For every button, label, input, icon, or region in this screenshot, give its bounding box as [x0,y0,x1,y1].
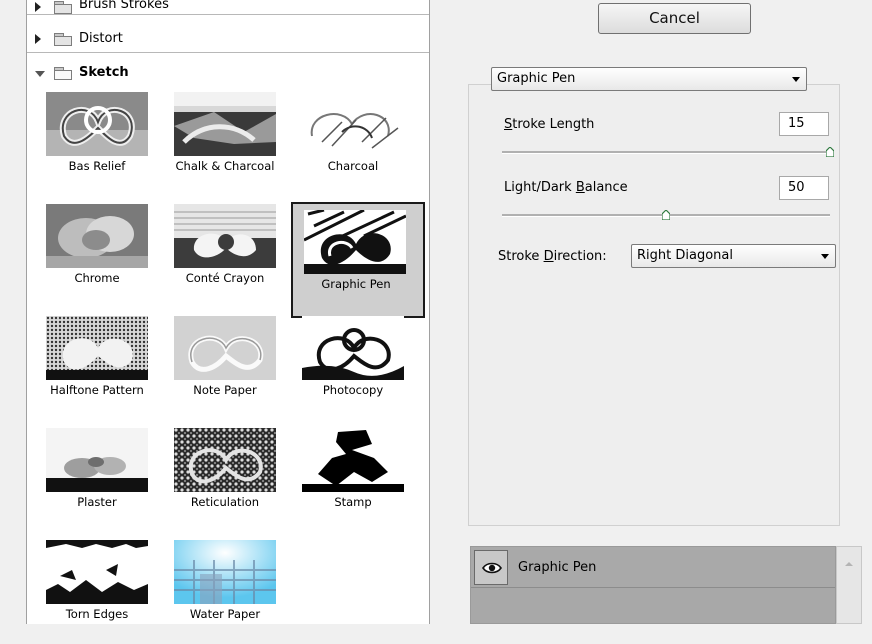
light-dark-balance-input[interactable]: 50 [779,176,829,200]
filter-label: Bas Relief [68,159,126,173]
plaster-preview [46,428,148,492]
folder-icon [54,1,72,14]
stroke-direction-label: Stroke Direction: [498,249,607,264]
photocopy-preview [302,316,404,380]
filter-thumb-charcoal[interactable]: Charcoal [289,84,409,196]
chrome-preview [46,204,148,268]
stroke-length-label: Stroke Length [504,117,595,132]
filter-thumb-water-paper[interactable]: Water Paper [161,532,281,644]
note-paper-preview [174,316,276,380]
expand-arrow-icon[interactable] [35,34,41,44]
stroke-length-input[interactable]: 15 [779,112,829,136]
expand-arrow-icon[interactable] [35,2,41,12]
graphic-pen-preview [304,210,406,274]
bas-relief-preview [46,92,148,156]
filter-label: Note Paper [193,383,257,397]
layers-scrollbar[interactable] [836,546,862,624]
visibility-toggle[interactable] [474,550,508,585]
category-distort[interactable]: Distort [27,26,429,53]
folder-icon [54,33,72,46]
category-brush-strokes[interactable]: Brush Strokes [27,0,429,15]
filter-label: Chrome [74,271,120,285]
cancel-button[interactable]: Cancel [598,3,751,34]
filter-thumb-halftone-pattern[interactable]: Halftone Pattern [33,308,153,420]
category-label: Sketch [79,65,129,80]
filter-label: Halftone Pattern [50,383,144,397]
torn-edges-preview [46,540,148,604]
effect-layer-name: Graphic Pen [518,560,597,575]
filter-select[interactable]: Graphic Pen [491,67,807,91]
folder-open-icon [54,67,72,80]
filter-label: Water Paper [189,607,261,621]
filter-label: Conté Crayon [185,271,265,285]
category-label: Brush Strokes [79,0,169,12]
filter-gallery: Brush Strokes Distort Sketch Bas Relief [0,0,430,624]
charcoal-preview [302,92,404,156]
filter-label: Plaster [77,495,117,509]
light-dark-balance-label: Light/Dark Balance [504,180,628,195]
halftone-pattern-preview [46,316,148,380]
chalk-charcoal-preview [174,92,276,156]
filter-label: Photocopy [322,383,384,397]
water-paper-preview [174,540,276,604]
filter-thumb-torn-edges[interactable]: Torn Edges [33,532,153,644]
dropdown-arrow-icon [821,254,829,259]
stroke-direction-value: Right Diagonal [637,248,733,263]
stroke-length-slider-thumb[interactable] [826,147,834,157]
filter-label: Reticulation [190,495,260,509]
collapse-arrow-icon[interactable] [35,71,45,77]
filter-label: Torn Edges [65,607,129,621]
filter-thumb-reticulation[interactable]: Reticulation [161,420,281,532]
reticulation-preview [174,428,276,492]
filter-thumb-chalk-charcoal[interactable]: Chalk & Charcoal [161,84,281,196]
scroll-up-arrow-icon[interactable] [845,562,853,566]
filter-thumb-chrome[interactable]: Chrome [33,196,153,308]
stroke-direction-select[interactable]: Right Diagonal [631,244,836,268]
filter-label: Stamp [334,495,372,509]
category-sketch[interactable]: Sketch [27,60,429,86]
filter-thumb-graphic-pen[interactable]: Graphic Pen [291,202,425,318]
filter-label: Charcoal [327,159,379,173]
filter-select-value: Graphic Pen [497,71,576,86]
light-dark-slider-thumb[interactable] [662,210,670,220]
eye-icon [482,562,502,574]
filter-thumb-plaster[interactable]: Plaster [33,420,153,532]
stroke-length-slider-track[interactable] [502,151,830,154]
category-label: Distort [79,31,123,46]
dropdown-arrow-icon [792,77,800,82]
filter-label: Graphic Pen [321,277,391,291]
filter-thumb-stamp[interactable]: Stamp [289,420,409,532]
conte-crayon-preview [174,204,276,268]
stamp-preview [302,428,404,492]
filter-thumb-bas-relief[interactable]: Bas Relief [33,84,153,196]
filter-label: Chalk & Charcoal [175,159,275,173]
filter-thumb-note-paper[interactable]: Note Paper [161,308,281,420]
filter-tree[interactable]: Brush Strokes Distort Sketch Bas Relief [26,0,430,624]
filter-thumb-photocopy[interactable]: Photocopy [289,308,409,420]
filter-thumb-conte-crayon[interactable]: Conté Crayon [161,196,281,308]
